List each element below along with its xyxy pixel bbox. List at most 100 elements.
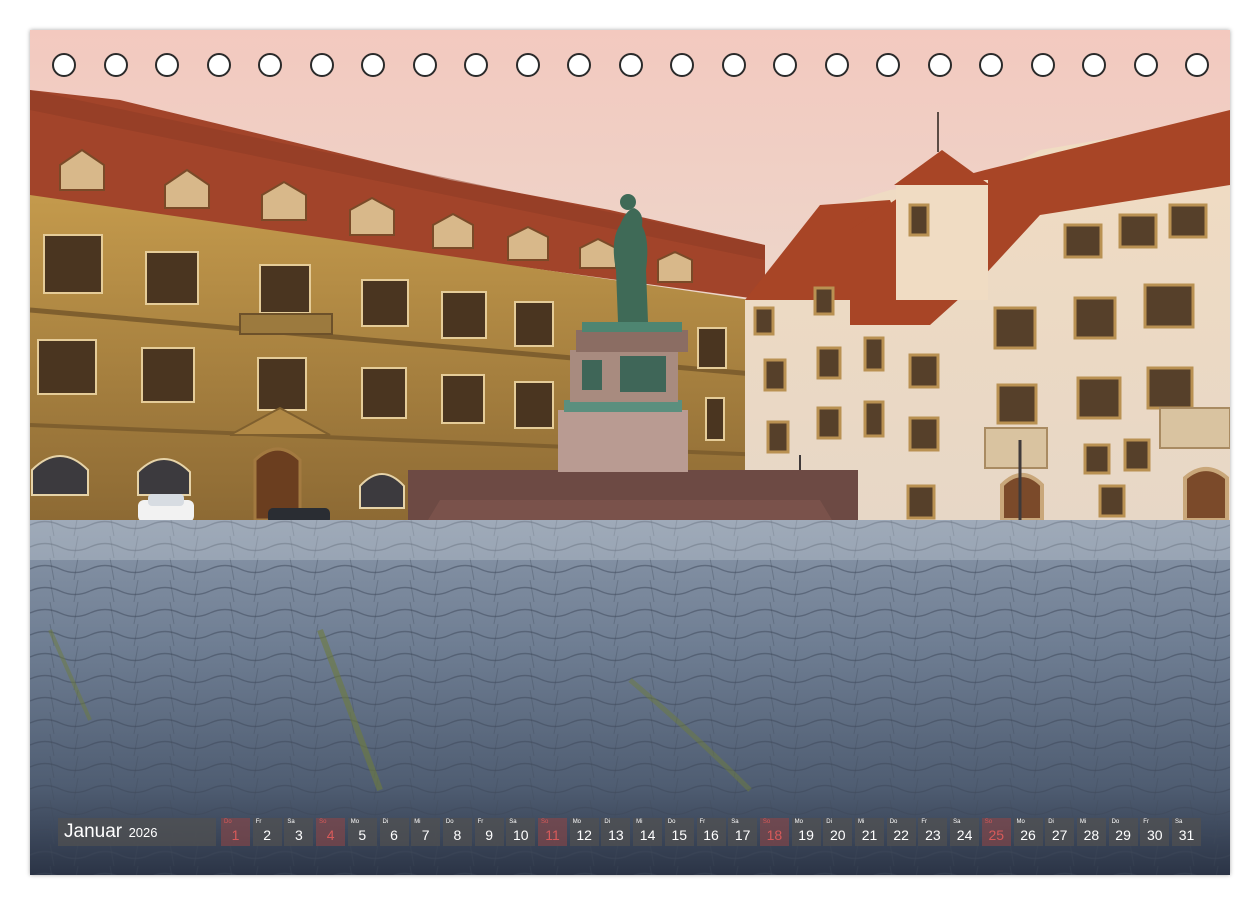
binding-hole [773,53,797,77]
day-cell: Sa 10 [506,818,536,846]
day-weekday: Fr [477,819,484,825]
binding-hole [927,53,952,77]
binding-hole [464,53,488,77]
binding-hole [876,53,900,77]
binding-hole [206,53,231,77]
day-weekday: So [319,819,327,825]
day-weekday: So [984,819,993,825]
day-cell: Fr 23 [918,818,948,846]
day-number: 25 [988,827,1005,843]
day-weekday: Sa [509,819,517,825]
day-weekday: Do [667,819,676,825]
day-number: 18 [766,827,783,843]
day-number: 5 [358,827,367,843]
day-number: 19 [798,827,814,843]
photo-stuttgart-schillerplatz [30,30,1230,875]
day-number: 9 [485,827,493,843]
day-weekday: Mi [414,819,421,825]
day-cell: Sa 24 [950,818,980,846]
day-number: 24 [956,827,973,843]
binding-hole [52,53,76,77]
day-cell: Mo 26 [1013,818,1043,846]
binding-hole [567,53,591,77]
day-weekday: Mo [572,819,582,825]
day-number: 21 [861,827,878,843]
day-weekday: So [541,819,549,825]
day-number: 11 [545,827,560,843]
binding-hole [824,53,849,77]
day-cell: Sa 3 [284,818,314,846]
day-cell: Mi 28 [1076,818,1106,846]
day-cell: Do 1 [221,818,250,846]
day-cell: So 18 [759,818,789,846]
day-number: 12 [576,827,592,843]
binding-hole [309,53,334,77]
day-cell: So 25 [981,818,1011,846]
day-number: 13 [608,827,624,843]
day-weekday: Mi [1079,819,1087,825]
day-number: 17 [734,827,751,843]
day-weekday: Fr [255,819,262,825]
day-cell: Di 13 [601,818,631,846]
day-weekday: Sa [953,819,961,825]
binding-hole [979,53,1003,77]
day-number: 2 [263,827,272,843]
day-number: 7 [421,827,430,843]
day-weekday: Do [889,819,898,825]
day-weekday: Do [445,819,454,825]
day-weekday: Sa [1175,819,1183,825]
binding-hole [361,53,385,77]
day-cell: Di 20 [823,818,853,846]
binding-hole [412,53,437,77]
day-number: 15 [671,827,688,843]
day-weekday: Di [826,819,832,825]
day-cell: Di 27 [1045,818,1075,846]
day-number: 30 [1147,827,1163,843]
binding-hole [103,53,128,77]
month-year: 2026 [128,825,158,840]
month-name: Januar [64,821,123,842]
calendar-page: Januar 2026 Do 1 Fr 2 Sa 3 So 4 Mo 5 Di 6 Mi 7 Do 8 Fr 9 S… [30,30,1230,875]
day-cell: Mi 21 [855,818,884,846]
day-cell: Di 6 [379,818,409,846]
day-weekday: Di [604,819,611,825]
day-cell: So 4 [316,818,346,846]
binding-hole [515,53,540,77]
calendar-strip: Januar 2026 Do 1 Fr 2 Sa 3 So 4 Mo 5 Di 6 Mi 7 Do 8 Fr 9 S… [58,818,1203,846]
day-weekday: Mi [858,819,865,825]
day-number: 28 [1083,827,1100,843]
day-weekday: Fr [1143,819,1149,825]
day-weekday: Sa [287,819,295,825]
day-weekday: Di [382,819,389,825]
day-weekday: Mo [794,819,803,825]
day-cell: Fr 2 [252,818,282,846]
binding-hole [258,53,282,77]
day-number: 20 [830,827,846,843]
day-number: 27 [1051,827,1068,843]
binding-hole [670,53,694,77]
day-number: 29 [1115,827,1131,843]
binding-holes [30,53,1230,79]
day-cell: Fr 30 [1140,818,1170,846]
day-number: 10 [513,827,529,843]
day-number: 14 [639,827,656,843]
day-number: 16 [703,827,719,843]
binding-hole [618,53,643,77]
day-weekday: Mo [1016,819,1025,825]
day-number: 4 [326,827,335,843]
day-cell: Do 22 [886,818,916,846]
day-weekday: Do [1111,819,1120,825]
day-weekday: Do [224,819,232,825]
day-cell: Mo 12 [569,818,599,846]
day-weekday: So [762,819,771,825]
binding-hole [1185,53,1209,77]
day-weekday: Sa [731,819,739,825]
day-cell: So 11 [538,818,567,846]
day-cell: Mi 7 [411,818,441,846]
day-cell: Sa 31 [1172,818,1201,846]
binding-hole [1133,53,1158,77]
day-cell: Mo 5 [347,818,377,846]
binding-hole [155,53,179,77]
day-weekday: Fr [699,819,706,825]
day-cell: Do 8 [442,818,472,846]
